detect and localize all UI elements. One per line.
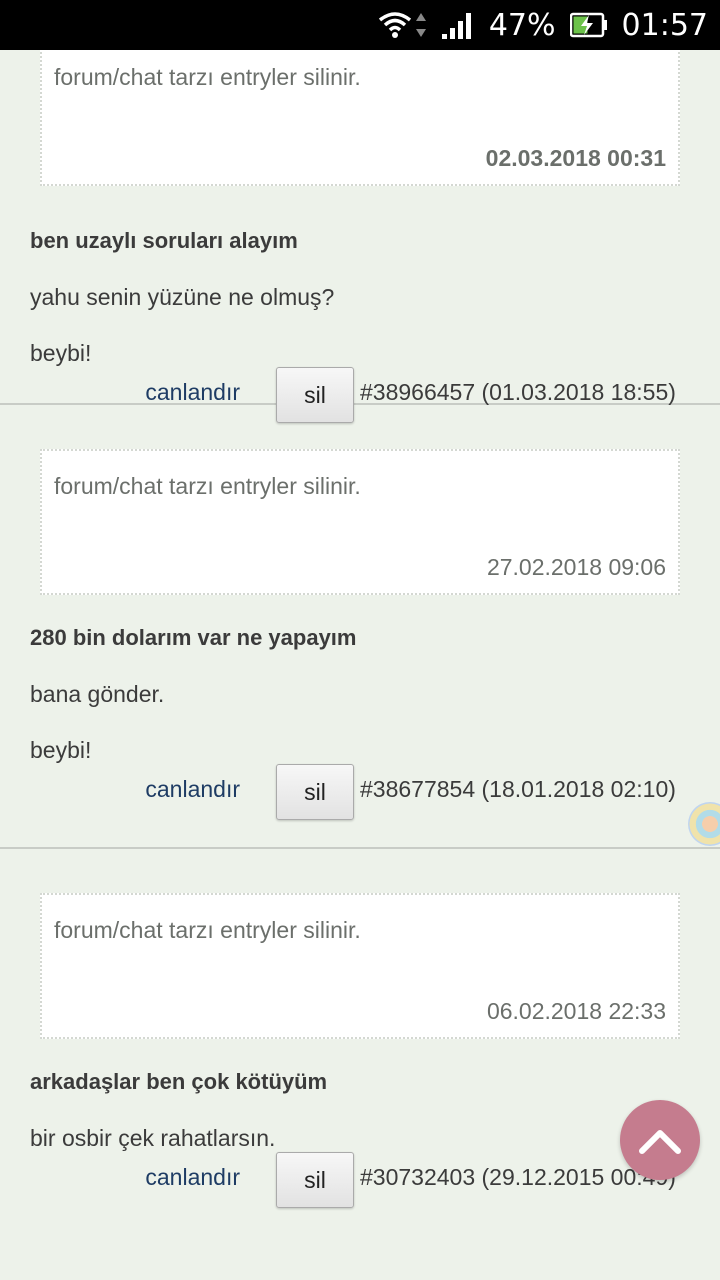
warning-text: forum/chat tarzı entryler silinir. <box>54 473 361 499</box>
warning-date: 27.02.2018 09:06 <box>486 554 666 580</box>
delete-button[interactable]: sil <box>276 1152 354 1208</box>
deletion-warning-box: forum/chat tarzı entryler silinir. 02.03… <box>40 50 680 186</box>
entry-id[interactable]: #30732403 (29.12.2015 00:49) <box>360 1164 676 1191</box>
deletion-warning-box: forum/chat tarzı entryler silinir. 27.02… <box>40 449 680 595</box>
chevron-up-icon <box>639 1130 681 1154</box>
warning-date: 02.03.2018 00:31 <box>485 145 666 171</box>
deletion-warning-box: forum/chat tarzı entryler silinir. 06.02… <box>40 893 680 1039</box>
revive-link[interactable]: canlandır <box>145 379 240 406</box>
clock: 01:57 <box>621 7 708 43</box>
revive-link[interactable]: canlandır <box>145 1164 240 1191</box>
entry-text: yahu senin yüzüne ne olmuş? <box>30 284 335 310</box>
status-bar: 47% 01:57 <box>0 0 720 50</box>
entry-text: bana gönder. <box>30 681 165 707</box>
warning-text: forum/chat tarzı entryler silinir. <box>54 64 361 90</box>
entry-text: beybi! <box>30 340 92 366</box>
entry-text: beybi! <box>30 737 92 763</box>
wifi-icon <box>377 10 413 40</box>
entry-title[interactable]: arkadaşlar ben çok kötüyüm <box>30 1069 327 1095</box>
warning-text: forum/chat tarzı entryler silinir. <box>54 917 361 943</box>
entry-text: bir osbir çek rahatlarsın. <box>30 1125 276 1151</box>
entry-meta: canlandır sil #38677854 (18.01.2018 02:1… <box>0 764 690 820</box>
entry-title[interactable]: 280 bin dolarım var ne yapayım <box>30 625 356 651</box>
battery-percent: 47% <box>488 7 556 43</box>
entry-list: forum/chat tarzı entryler silinir. 02.03… <box>0 50 720 1280</box>
data-arrows-icon <box>415 11 427 39</box>
scroll-to-top-button[interactable] <box>620 1100 700 1180</box>
entry-title[interactable]: ben uzaylı soruları alayım <box>30 228 298 254</box>
entry-meta: canlandır sil #30732403 (29.12.2015 00:4… <box>0 1152 690 1208</box>
entry-id[interactable]: #38677854 (18.01.2018 02:10) <box>360 776 676 803</box>
delete-button[interactable]: sil <box>276 764 354 820</box>
entry-item: forum/chat tarzı entryler silinir. 02.03… <box>0 50 720 423</box>
warning-date: 06.02.2018 22:33 <box>486 998 666 1024</box>
signal-icon <box>441 10 475 40</box>
entry-id[interactable]: #38966457 (01.03.2018 18:55) <box>360 379 676 406</box>
entry-item: forum/chat tarzı entryler silinir. 27.02… <box>0 405 720 849</box>
entry-item: forum/chat tarzı entryler silinir. 06.02… <box>0 849 720 1280</box>
battery-charging-icon <box>569 12 608 38</box>
revive-link[interactable]: canlandır <box>145 776 240 803</box>
